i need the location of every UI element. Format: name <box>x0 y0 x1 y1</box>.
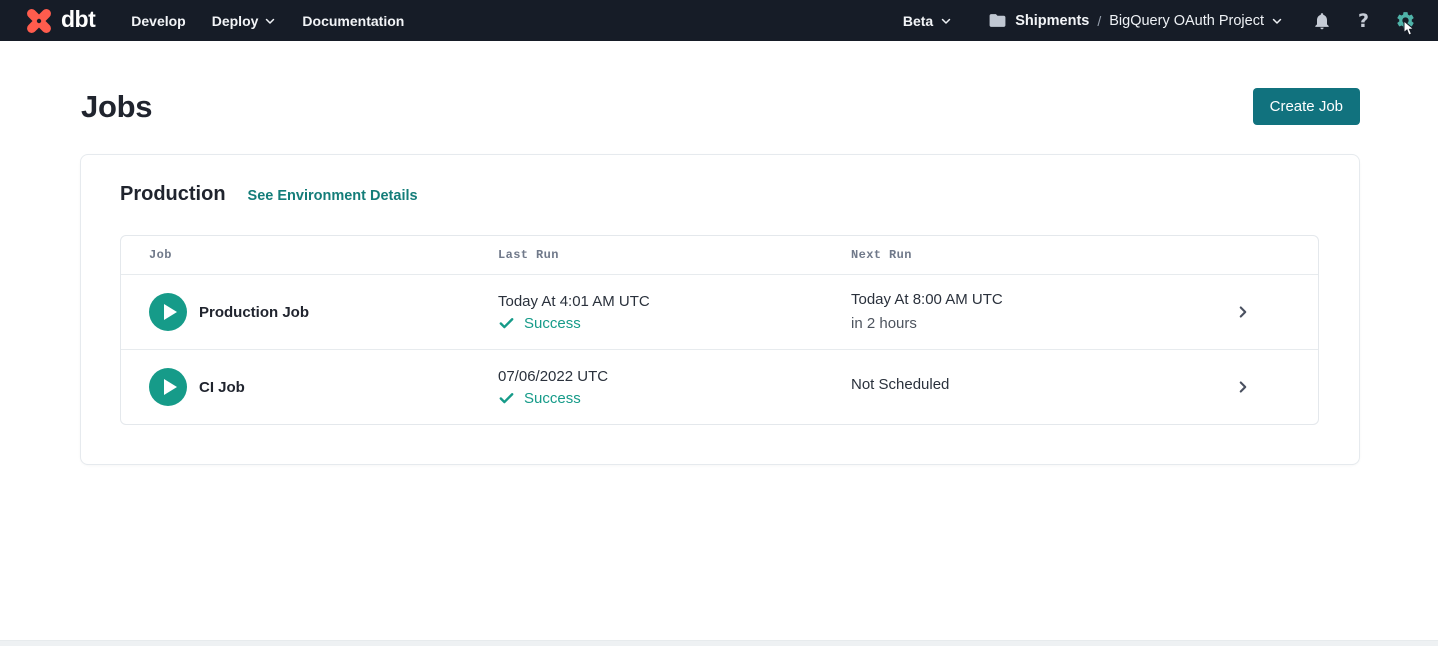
breadcrumb: Shipments / BigQuery OAuth Project <box>988 11 1283 30</box>
row-chevron-cell <box>1168 303 1318 321</box>
nav-right-section: Beta Shipments / BigQuery OAuth Project <box>903 10 1416 31</box>
environment-header: Production See Environment Details <box>120 183 1319 206</box>
run-job-play-button[interactable] <box>149 368 187 406</box>
chevron-right-icon[interactable] <box>1234 378 1252 396</box>
last-run-status: Success <box>498 390 851 407</box>
page-header: Jobs Create Job <box>0 88 1438 125</box>
run-job-play-button[interactable] <box>149 293 187 331</box>
breadcrumb-project-label: BigQuery OAuth Project <box>1109 13 1264 29</box>
job-cell: CI Job <box>149 368 498 406</box>
chevron-down-icon <box>1271 15 1283 27</box>
column-header-job: Job <box>149 248 498 262</box>
see-environment-details-link[interactable]: See Environment Details <box>248 188 418 204</box>
last-run-cell: 07/06/2022 UTC Success <box>498 367 851 407</box>
job-name: CI Job <box>199 379 245 396</box>
chevron-right-icon[interactable] <box>1234 303 1252 321</box>
top-navigation: dbt Develop Deploy Documentation Beta <box>0 0 1438 41</box>
nav-icon-group: ? <box>1311 10 1416 31</box>
last-run-cell: Today At 4:01 AM UTC Success <box>498 292 851 332</box>
last-run-status: Success <box>498 315 851 332</box>
status-label: Success <box>524 315 581 332</box>
nav-item-label: Develop <box>131 13 185 29</box>
column-header-next-run: Next Run <box>851 248 1168 262</box>
environment-name: Production <box>120 183 226 206</box>
play-icon <box>164 304 177 320</box>
mouse-cursor <box>1403 20 1418 42</box>
settings-gear-icon[interactable] <box>1395 10 1416 31</box>
nav-item-label: Documentation <box>302 13 404 29</box>
next-run-cell: Not Scheduled <box>851 375 1168 398</box>
job-cell: Production Job <box>149 293 498 331</box>
next-run-cell: Today At 8:00 AM UTC in 2 hours <box>851 290 1168 334</box>
last-run-date: Today At 4:01 AM UTC <box>498 292 851 312</box>
page-title: Jobs <box>81 89 152 125</box>
table-row-production-job[interactable]: Production Job Today At 4:01 AM UTC Succ… <box>121 274 1318 349</box>
last-run-date: 07/06/2022 UTC <box>498 367 851 387</box>
environment-card: Production See Environment Details Job L… <box>80 154 1360 465</box>
help-icon[interactable]: ? <box>1353 10 1374 31</box>
table-header-row: Job Last Run Next Run <box>121 236 1318 274</box>
job-name: Production Job <box>199 304 309 321</box>
breadcrumb-separator: / <box>1097 13 1101 29</box>
next-run-date: Today At 8:00 AM UTC <box>851 290 1168 310</box>
nav-item-develop[interactable]: Develop <box>131 13 185 29</box>
nav-item-documentation[interactable]: Documentation <box>302 13 404 29</box>
jobs-table: Job Last Run Next Run Production Job Tod… <box>120 235 1319 425</box>
breadcrumb-group-label: Shipments <box>1015 13 1089 29</box>
nav-item-deploy[interactable]: Deploy <box>212 13 277 29</box>
table-row-ci-job[interactable]: CI Job 07/06/2022 UTC Success Not Schedu… <box>121 349 1318 424</box>
play-icon <box>164 379 177 395</box>
success-check-icon <box>498 315 515 332</box>
nav-item-label: Deploy <box>212 13 259 29</box>
status-label: Success <box>524 390 581 407</box>
chevron-down-icon <box>264 15 276 27</box>
notifications-bell-icon[interactable] <box>1311 10 1332 31</box>
folder-icon <box>988 11 1007 30</box>
beta-label: Beta <box>903 13 933 29</box>
column-header-last-run: Last Run <box>498 248 851 262</box>
next-run-date: Not Scheduled <box>851 375 1168 395</box>
primary-nav: Develop Deploy Documentation <box>131 13 404 29</box>
breadcrumb-project-dropdown[interactable]: BigQuery OAuth Project <box>1109 13 1283 29</box>
breadcrumb-project-group[interactable]: Shipments <box>988 11 1089 30</box>
success-check-icon <box>498 390 515 407</box>
beta-dropdown[interactable]: Beta <box>903 13 952 29</box>
dbt-logo-icon <box>24 6 54 36</box>
next-run-relative: in 2 hours <box>851 314 1168 334</box>
brand-name: dbt <box>61 8 95 34</box>
chevron-down-icon <box>940 15 952 27</box>
create-job-button[interactable]: Create Job <box>1253 88 1360 125</box>
row-chevron-cell <box>1168 378 1318 396</box>
dbt-logo[interactable]: dbt <box>24 6 95 36</box>
horizontal-scrollbar-track[interactable] <box>0 640 1438 646</box>
